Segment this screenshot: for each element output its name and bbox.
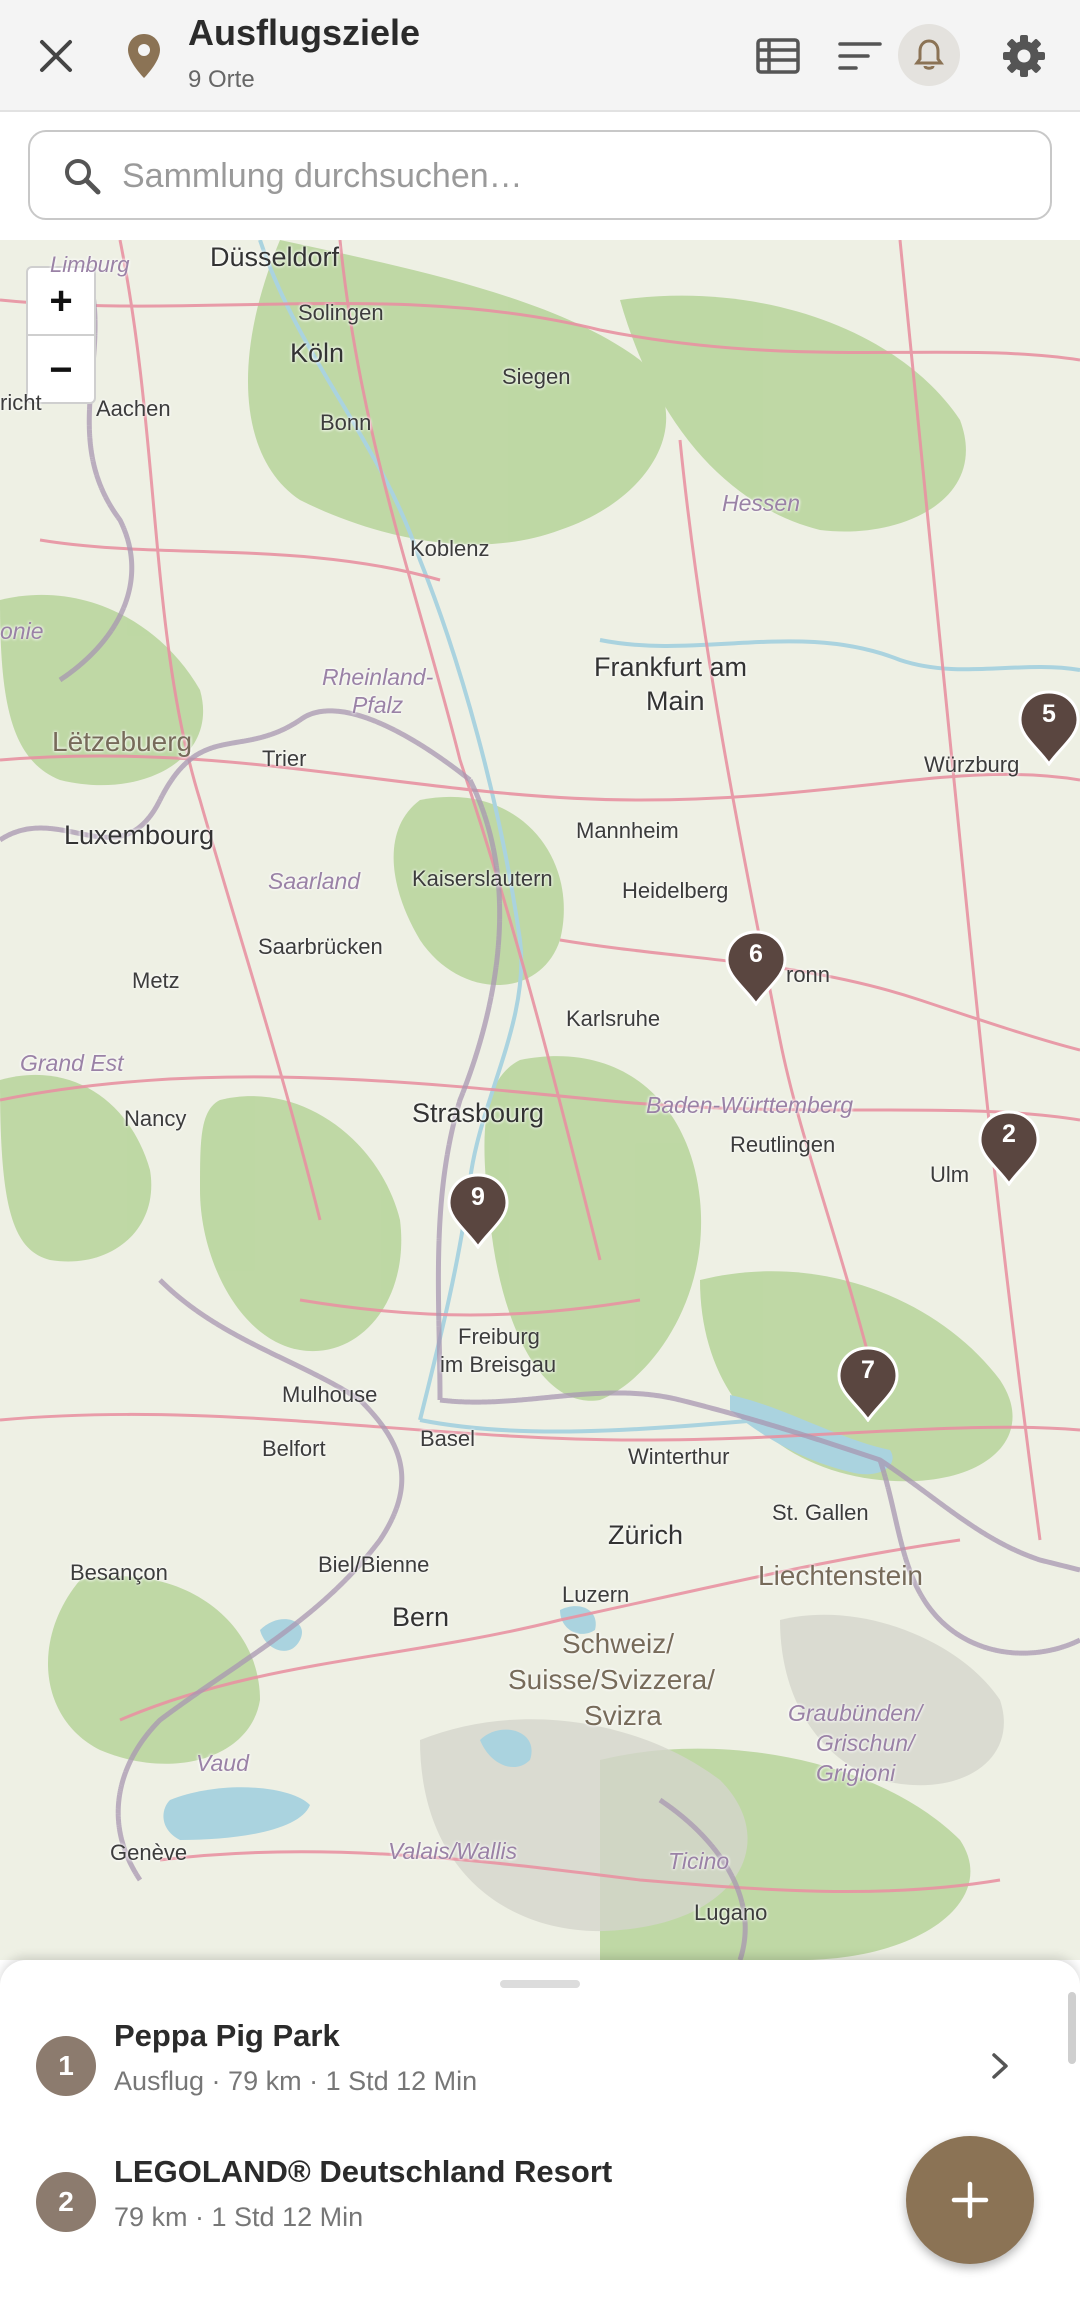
map-pin-5[interactable]: 5 (1018, 690, 1080, 767)
plus-icon (950, 2180, 990, 2220)
map-label: Luxembourg (64, 820, 215, 850)
search-input[interactable] (122, 150, 1022, 202)
map-label: St. Gallen (772, 1500, 869, 1525)
map-label: Saarbrücken (258, 934, 383, 959)
bell-icon[interactable] (898, 24, 960, 86)
map-label: Genève (110, 1840, 188, 1865)
map-label: Koblenz (410, 536, 490, 561)
map-label: Würzburg (924, 752, 1020, 777)
chevron-right-icon[interactable] (980, 2042, 1020, 2090)
item-number-badge: 2 (36, 2172, 96, 2232)
close-icon[interactable] (26, 26, 86, 86)
map-label: Zürich (608, 1520, 684, 1550)
map-label: Metz (132, 968, 180, 993)
map-label: ronn (786, 962, 831, 987)
map-label: Ulm (930, 1162, 970, 1187)
map-label: Ticino (668, 1848, 730, 1874)
map-pin-2[interactable]: 2 (978, 1110, 1040, 1187)
collection-title: Ausflugsziele (188, 12, 421, 53)
map-label: Köln (290, 338, 345, 368)
map-label: Trier (262, 746, 307, 771)
map-label: Grischun/ (816, 1730, 915, 1756)
places-bottom-sheet[interactable]: 1 Peppa Pig Park Ausflug · 79 km · 1 Std… (0, 1960, 1080, 2300)
map-label: Bern (392, 1602, 450, 1632)
item-subtitle: 79 km · 1 Std 12 Min (114, 2202, 364, 2232)
list-item[interactable]: 1 Peppa Pig Park Ausflug · 79 km · 1 Std… (0, 2000, 1080, 2130)
map-label: Mulhouse (282, 1382, 378, 1407)
top-app-bar: Ausflugsziele 9 Orte (0, 0, 1080, 112)
map-label: Main (646, 686, 705, 716)
map-label: Kaiserslautern (412, 866, 553, 891)
map-pin-6[interactable]: 6 (725, 930, 787, 1007)
map-pin-icon (120, 28, 168, 84)
item-title: Peppa Pig Park (114, 2018, 340, 2053)
map-label: Pfalz (352, 692, 404, 718)
map-label: Schweiz/ (562, 1628, 675, 1659)
map-label: Baden-Württemberg (646, 1092, 854, 1118)
map-label: Solingen (298, 300, 384, 325)
map-label: Biel/Bienne (318, 1552, 430, 1577)
map-view[interactable]: + − Limburg Düsseldorf Solingen Köln ric… (0, 240, 1080, 1960)
map-label: Belfort (262, 1436, 326, 1461)
add-place-button[interactable] (906, 2136, 1034, 2264)
sheet-drag-handle[interactable] (500, 1980, 580, 1988)
map-label: Luzern (562, 1582, 630, 1607)
map-pin-7[interactable]: 7 (837, 1346, 899, 1423)
map-label: Grand Est (20, 1050, 124, 1076)
map-label: Düsseldorf (210, 242, 340, 272)
map-label: Liechtenstein (758, 1560, 924, 1591)
collection-count: 9 Orte (188, 66, 255, 93)
map-label: Winterthur (628, 1444, 730, 1469)
map-label: Reutlingen (730, 1132, 836, 1157)
map-label: Rheinland- (322, 664, 434, 690)
map-label: im Breisgau (440, 1352, 557, 1377)
map-label: Lëtzebuerg (52, 726, 193, 757)
map-label: Siegen (502, 364, 571, 389)
map-label: Karlsruhe (566, 1006, 661, 1031)
search-bar[interactable] (28, 130, 1052, 220)
map-label: Hessen (722, 490, 800, 516)
sort-icon[interactable] (830, 28, 890, 84)
map-label: Strasbourg (412, 1098, 545, 1128)
zoom-control: + − (26, 266, 96, 404)
map-label: Svizra (584, 1700, 662, 1731)
map-label: Saarland (268, 868, 361, 894)
item-subtitle: Ausflug · 79 km · 1 Std 12 Min (114, 2066, 478, 2096)
map-label: Graubünden/ (788, 1700, 923, 1726)
search-icon (60, 154, 104, 198)
map-label: Lugano (694, 1900, 768, 1925)
map-label: richt (0, 390, 42, 415)
map-label: Besançon (70, 1560, 168, 1585)
list-view-icon[interactable] (748, 28, 808, 84)
map-label: Freiburg (458, 1324, 540, 1349)
map-label: Aachen (96, 396, 171, 421)
map-label: Valais/Wallis (388, 1838, 518, 1864)
map-label: Vaud (196, 1750, 249, 1776)
map-label: Grigioni (816, 1760, 896, 1786)
map-pin-9[interactable]: 9 (447, 1173, 509, 1250)
zoom-in-button[interactable]: + (28, 268, 94, 336)
map-label: Bonn (320, 410, 372, 435)
map-label: Nancy (124, 1106, 187, 1131)
map-label: Heidelberg (622, 878, 729, 903)
map-label: Suisse/Svizzera/ (508, 1664, 715, 1695)
map-label: Mannheim (576, 818, 679, 843)
item-title: LEGOLAND® Deutschland Resort (114, 2154, 613, 2189)
item-number-badge: 1 (36, 2036, 96, 2096)
map-label: Basel (420, 1426, 476, 1451)
map-label: Frankfurt am (594, 652, 748, 682)
gear-icon[interactable] (994, 26, 1054, 86)
map-label: Limburg (50, 252, 130, 277)
map-label: onie (0, 618, 44, 644)
